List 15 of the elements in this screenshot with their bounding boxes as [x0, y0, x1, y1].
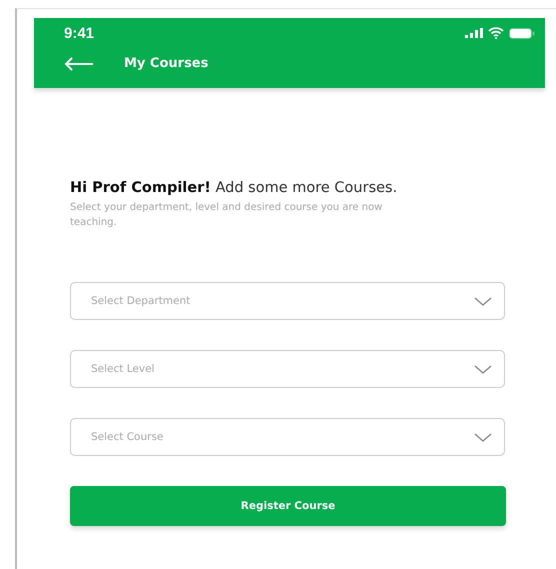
wifi-icon	[488, 27, 504, 39]
dropdown-field[interactable]: Select Course	[70, 418, 505, 456]
battery-icon	[509, 28, 535, 38]
screen-title: My Courses	[124, 56, 208, 71]
chevron-down-icon	[474, 296, 492, 306]
chevron-down-icon	[474, 364, 492, 374]
dropdown-field[interactable]: Select Level	[70, 350, 505, 388]
register-button[interactable]: Register Course	[70, 486, 506, 526]
status-time: 9:41	[64, 24, 94, 42]
signal-icon	[465, 28, 483, 38]
greeting-text: Hi Prof Compiler! Add some more Courses.	[70, 180, 398, 196]
instruction-text: Select your department, level and desired course you are now teaching.	[70, 201, 384, 230]
chevron-down-icon	[474, 432, 492, 442]
dropdown-field[interactable]: Select Department	[70, 282, 505, 320]
back-arrow-icon[interactable]	[64, 56, 94, 70]
